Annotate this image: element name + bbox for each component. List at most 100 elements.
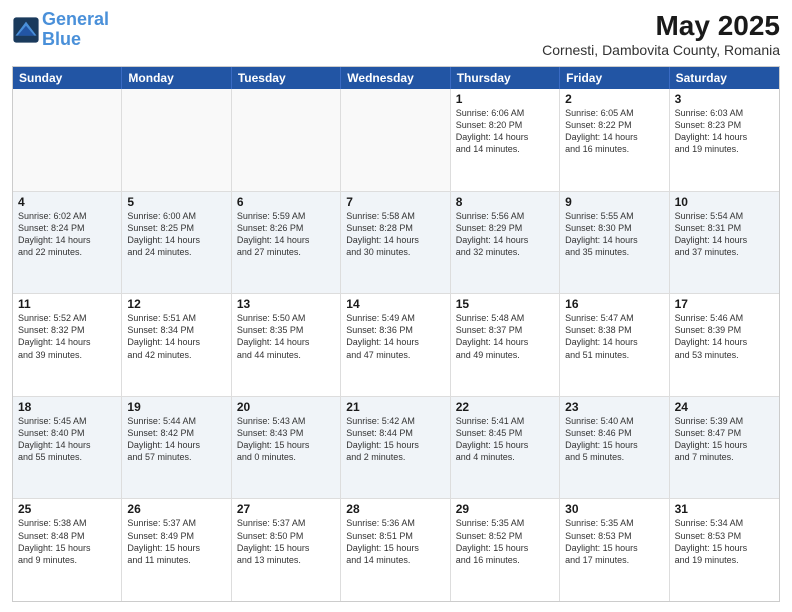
day-number-2: 2	[565, 92, 663, 106]
day-number-25: 25	[18, 502, 116, 516]
day-info-21: Sunrise: 5:42 AMSunset: 8:44 PMDaylight:…	[346, 415, 444, 464]
day-info-7: Sunrise: 5:58 AMSunset: 8:28 PMDaylight:…	[346, 210, 444, 259]
day-info-27: Sunrise: 5:37 AMSunset: 8:50 PMDaylight:…	[237, 517, 335, 566]
page-container: General Blue May 2025 Cornesti, Dambovit…	[0, 0, 792, 612]
day-cell-6: 6Sunrise: 5:59 AMSunset: 8:26 PMDaylight…	[232, 192, 341, 294]
day-info-29: Sunrise: 5:35 AMSunset: 8:52 PMDaylight:…	[456, 517, 554, 566]
day-number-1: 1	[456, 92, 554, 106]
day-info-15: Sunrise: 5:48 AMSunset: 8:37 PMDaylight:…	[456, 312, 554, 361]
calendar: Sunday Monday Tuesday Wednesday Thursday…	[12, 66, 780, 602]
day-number-13: 13	[237, 297, 335, 311]
header-saturday: Saturday	[670, 67, 779, 89]
day-info-18: Sunrise: 5:45 AMSunset: 8:40 PMDaylight:…	[18, 415, 116, 464]
day-number-12: 12	[127, 297, 225, 311]
day-cell-31: 31Sunrise: 5:34 AMSunset: 8:53 PMDayligh…	[670, 499, 779, 601]
day-info-9: Sunrise: 5:55 AMSunset: 8:30 PMDaylight:…	[565, 210, 663, 259]
day-info-26: Sunrise: 5:37 AMSunset: 8:49 PMDaylight:…	[127, 517, 225, 566]
location: Cornesti, Dambovita County, Romania	[542, 42, 780, 58]
day-number-28: 28	[346, 502, 444, 516]
day-number-24: 24	[675, 400, 774, 414]
day-info-30: Sunrise: 5:35 AMSunset: 8:53 PMDaylight:…	[565, 517, 663, 566]
day-headers-row: Sunday Monday Tuesday Wednesday Thursday…	[13, 67, 779, 89]
empty-cell-w1-d4	[341, 89, 450, 191]
logo: General Blue	[12, 10, 109, 50]
day-info-3: Sunrise: 6:03 AMSunset: 8:23 PMDaylight:…	[675, 107, 774, 156]
day-cell-17: 17Sunrise: 5:46 AMSunset: 8:39 PMDayligh…	[670, 294, 779, 396]
day-number-10: 10	[675, 195, 774, 209]
day-cell-12: 12Sunrise: 5:51 AMSunset: 8:34 PMDayligh…	[122, 294, 231, 396]
day-cell-2: 2Sunrise: 6:05 AMSunset: 8:22 PMDaylight…	[560, 89, 669, 191]
month-year: May 2025	[542, 10, 780, 42]
day-cell-22: 22Sunrise: 5:41 AMSunset: 8:45 PMDayligh…	[451, 397, 560, 499]
header-friday: Friday	[560, 67, 669, 89]
day-cell-25: 25Sunrise: 5:38 AMSunset: 8:48 PMDayligh…	[13, 499, 122, 601]
day-cell-21: 21Sunrise: 5:42 AMSunset: 8:44 PMDayligh…	[341, 397, 450, 499]
day-number-21: 21	[346, 400, 444, 414]
day-info-25: Sunrise: 5:38 AMSunset: 8:48 PMDaylight:…	[18, 517, 116, 566]
header-monday: Monday	[122, 67, 231, 89]
empty-cell-w1-d1	[13, 89, 122, 191]
day-number-18: 18	[18, 400, 116, 414]
day-info-10: Sunrise: 5:54 AMSunset: 8:31 PMDaylight:…	[675, 210, 774, 259]
day-cell-13: 13Sunrise: 5:50 AMSunset: 8:35 PMDayligh…	[232, 294, 341, 396]
day-cell-11: 11Sunrise: 5:52 AMSunset: 8:32 PMDayligh…	[13, 294, 122, 396]
day-number-7: 7	[346, 195, 444, 209]
day-cell-5: 5Sunrise: 6:00 AMSunset: 8:25 PMDaylight…	[122, 192, 231, 294]
logo-icon	[12, 16, 40, 44]
day-cell-28: 28Sunrise: 5:36 AMSunset: 8:51 PMDayligh…	[341, 499, 450, 601]
day-number-19: 19	[127, 400, 225, 414]
day-cell-14: 14Sunrise: 5:49 AMSunset: 8:36 PMDayligh…	[341, 294, 450, 396]
day-number-8: 8	[456, 195, 554, 209]
day-cell-20: 20Sunrise: 5:43 AMSunset: 8:43 PMDayligh…	[232, 397, 341, 499]
day-cell-29: 29Sunrise: 5:35 AMSunset: 8:52 PMDayligh…	[451, 499, 560, 601]
day-info-6: Sunrise: 5:59 AMSunset: 8:26 PMDaylight:…	[237, 210, 335, 259]
day-info-13: Sunrise: 5:50 AMSunset: 8:35 PMDaylight:…	[237, 312, 335, 361]
day-number-26: 26	[127, 502, 225, 516]
day-number-5: 5	[127, 195, 225, 209]
day-info-24: Sunrise: 5:39 AMSunset: 8:47 PMDaylight:…	[675, 415, 774, 464]
day-info-8: Sunrise: 5:56 AMSunset: 8:29 PMDaylight:…	[456, 210, 554, 259]
day-cell-8: 8Sunrise: 5:56 AMSunset: 8:29 PMDaylight…	[451, 192, 560, 294]
day-cell-3: 3Sunrise: 6:03 AMSunset: 8:23 PMDaylight…	[670, 89, 779, 191]
day-info-20: Sunrise: 5:43 AMSunset: 8:43 PMDaylight:…	[237, 415, 335, 464]
day-info-5: Sunrise: 6:00 AMSunset: 8:25 PMDaylight:…	[127, 210, 225, 259]
day-info-31: Sunrise: 5:34 AMSunset: 8:53 PMDaylight:…	[675, 517, 774, 566]
day-cell-30: 30Sunrise: 5:35 AMSunset: 8:53 PMDayligh…	[560, 499, 669, 601]
day-cell-18: 18Sunrise: 5:45 AMSunset: 8:40 PMDayligh…	[13, 397, 122, 499]
header-wednesday: Wednesday	[341, 67, 450, 89]
day-number-31: 31	[675, 502, 774, 516]
day-info-17: Sunrise: 5:46 AMSunset: 8:39 PMDaylight:…	[675, 312, 774, 361]
weeks-container: 1Sunrise: 6:06 AMSunset: 8:20 PMDaylight…	[13, 89, 779, 601]
day-cell-4: 4Sunrise: 6:02 AMSunset: 8:24 PMDaylight…	[13, 192, 122, 294]
week-row-1: 1Sunrise: 6:06 AMSunset: 8:20 PMDaylight…	[13, 89, 779, 191]
day-info-2: Sunrise: 6:05 AMSunset: 8:22 PMDaylight:…	[565, 107, 663, 156]
logo-text: General Blue	[42, 10, 109, 50]
day-number-23: 23	[565, 400, 663, 414]
week-row-2: 4Sunrise: 6:02 AMSunset: 8:24 PMDaylight…	[13, 191, 779, 294]
day-cell-9: 9Sunrise: 5:55 AMSunset: 8:30 PMDaylight…	[560, 192, 669, 294]
day-number-17: 17	[675, 297, 774, 311]
day-info-16: Sunrise: 5:47 AMSunset: 8:38 PMDaylight:…	[565, 312, 663, 361]
day-number-29: 29	[456, 502, 554, 516]
day-cell-26: 26Sunrise: 5:37 AMSunset: 8:49 PMDayligh…	[122, 499, 231, 601]
day-info-23: Sunrise: 5:40 AMSunset: 8:46 PMDaylight:…	[565, 415, 663, 464]
day-number-22: 22	[456, 400, 554, 414]
day-number-20: 20	[237, 400, 335, 414]
day-cell-23: 23Sunrise: 5:40 AMSunset: 8:46 PMDayligh…	[560, 397, 669, 499]
day-number-11: 11	[18, 297, 116, 311]
day-number-30: 30	[565, 502, 663, 516]
header-thursday: Thursday	[451, 67, 560, 89]
day-info-1: Sunrise: 6:06 AMSunset: 8:20 PMDaylight:…	[456, 107, 554, 156]
day-info-4: Sunrise: 6:02 AMSunset: 8:24 PMDaylight:…	[18, 210, 116, 259]
week-row-5: 25Sunrise: 5:38 AMSunset: 8:48 PMDayligh…	[13, 498, 779, 601]
day-number-15: 15	[456, 297, 554, 311]
empty-cell-w1-d2	[122, 89, 231, 191]
header: General Blue May 2025 Cornesti, Dambovit…	[12, 10, 780, 58]
day-number-6: 6	[237, 195, 335, 209]
header-tuesday: Tuesday	[232, 67, 341, 89]
day-number-9: 9	[565, 195, 663, 209]
day-number-16: 16	[565, 297, 663, 311]
day-cell-16: 16Sunrise: 5:47 AMSunset: 8:38 PMDayligh…	[560, 294, 669, 396]
day-info-14: Sunrise: 5:49 AMSunset: 8:36 PMDaylight:…	[346, 312, 444, 361]
day-cell-1: 1Sunrise: 6:06 AMSunset: 8:20 PMDaylight…	[451, 89, 560, 191]
